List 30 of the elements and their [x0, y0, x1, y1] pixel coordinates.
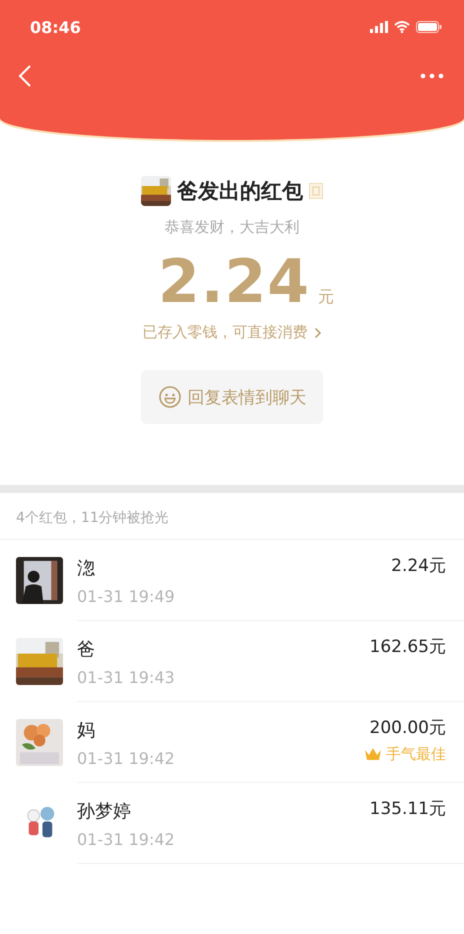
- received-amount: 200.00元: [370, 717, 446, 739]
- crown-icon: [364, 747, 382, 762]
- received-amount: 162.65元: [370, 636, 446, 658]
- envelope-title: 爸发出的红包: [177, 178, 303, 205]
- signal-icon: [370, 21, 388, 33]
- wallet-link[interactable]: 已存入零钱，可直接消费: [142, 323, 322, 342]
- tag-icon: [309, 183, 323, 199]
- recipient-name: 孙梦婷: [77, 800, 132, 822]
- receive-time: 01-31 19:49: [77, 586, 176, 606]
- recipient-name: 妈: [77, 718, 96, 742]
- more-icon: [420, 73, 444, 79]
- receive-time: 01-31 19:43: [77, 668, 176, 686]
- chevron-right-icon: [314, 326, 322, 338]
- reply-sticker-button[interactable]: 回复表情到聊天: [141, 370, 323, 424]
- wifi-icon: [394, 21, 410, 33]
- received-amount: 2.24元: [391, 555, 446, 577]
- recipient-name: 淴: [77, 556, 96, 580]
- battery-icon: [416, 21, 442, 33]
- received-amount: 135.11元: [370, 798, 446, 820]
- blessing-text: 恭喜发财，大吉大利: [164, 218, 300, 237]
- status-time: 08:46: [30, 18, 81, 36]
- smiley-icon: [158, 385, 182, 409]
- receive-time: 01-31 19:42: [77, 830, 176, 848]
- best-luck-label: 手气最佳: [386, 745, 446, 764]
- amount-text: 2.24: [158, 247, 310, 317]
- summary-text: 4个红包，11分钟被抢光: [0, 493, 464, 540]
- recipient-name: 爸: [77, 638, 96, 660]
- receive-time: 01-31 19:42: [77, 748, 176, 768]
- back-icon: [18, 64, 32, 88]
- currency-unit: 元: [318, 287, 334, 308]
